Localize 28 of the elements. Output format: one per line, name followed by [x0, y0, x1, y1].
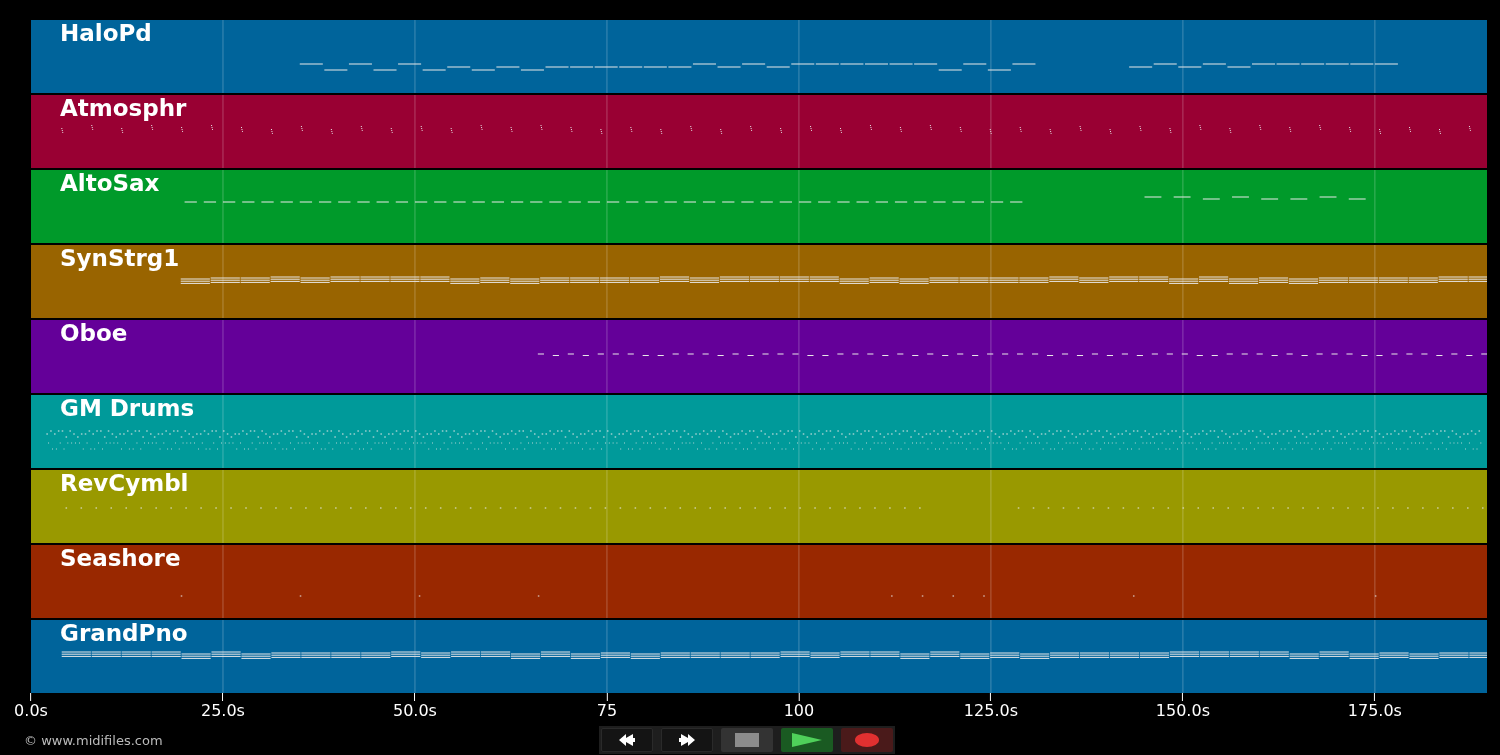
track-name: RevCymbl [60, 472, 189, 495]
axis-tick-label: 125.0s [963, 701, 1018, 721]
fast-forward-icon [679, 733, 695, 748]
stop-icon [735, 733, 759, 748]
fast-forward-button[interactable] [661, 728, 713, 753]
rewind-icon [619, 733, 635, 748]
track-name: GrandPno [60, 622, 188, 645]
track-name: AltoSax [60, 172, 160, 195]
axis-tick-label: 175.0s [1347, 701, 1402, 721]
axis-tick-label: 50.0s [392, 701, 437, 721]
track-name: Atmosphr [60, 97, 187, 120]
copyright-text: © www.midifiles.com [24, 731, 164, 750]
axis-tick-label: 0.0s [14, 701, 48, 721]
track-name: SynStrg1 [60, 247, 180, 270]
axis-tick-label: 25.0s [201, 701, 245, 721]
track-name: Seashore [60, 547, 181, 570]
axis-tick-label: 150.0s [1155, 701, 1210, 721]
track-name: GM Drums [60, 397, 195, 420]
track-name: HaloPd [60, 22, 152, 45]
record-button[interactable] [841, 728, 893, 753]
axis-tick-label: 75 [596, 701, 618, 721]
rewind-button[interactable] [601, 728, 653, 753]
record-icon [855, 733, 879, 748]
play-icon [792, 733, 822, 748]
stop-button[interactable] [721, 728, 773, 753]
play-button[interactable] [781, 728, 833, 753]
track-name: Oboe [60, 322, 128, 345]
axis-tick-label: 100 [783, 701, 815, 721]
